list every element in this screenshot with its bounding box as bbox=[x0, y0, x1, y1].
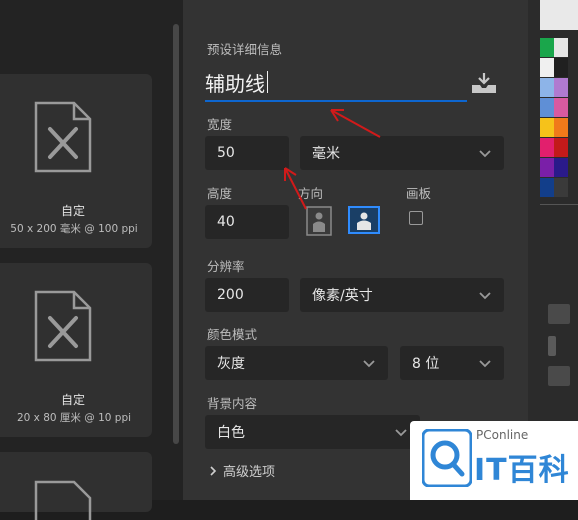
watermark-logo: PConline IT百科 bbox=[410, 421, 578, 500]
resolution-input[interactable]: 200 bbox=[205, 278, 289, 312]
swatch[interactable] bbox=[540, 118, 554, 137]
divider bbox=[540, 204, 578, 205]
preset-card[interactable]: 自定 20 x 80 厘米 @ 10 ppi bbox=[0, 263, 152, 437]
bit-depth-select[interactable]: 8 位 bbox=[400, 346, 504, 380]
bit-depth-value: 8 位 bbox=[412, 356, 440, 372]
swatch[interactable] bbox=[554, 178, 568, 197]
background-select[interactable]: 白色 bbox=[205, 415, 420, 449]
height-label: 高度 bbox=[207, 186, 233, 201]
preset-name: 自定 bbox=[60, 393, 85, 407]
resolution-unit: 像素/英寸 bbox=[312, 288, 373, 304]
watermark-brand: PConline bbox=[476, 428, 529, 442]
portrait-orientation-icon[interactable] bbox=[306, 206, 332, 236]
background-label: 背景内容 bbox=[207, 396, 258, 411]
swatch[interactable] bbox=[554, 138, 568, 157]
artboard-checkbox[interactable] bbox=[409, 211, 423, 225]
swatch[interactable] bbox=[540, 138, 554, 157]
section-title: 预设详细信息 bbox=[207, 42, 283, 57]
swatch[interactable] bbox=[554, 38, 568, 57]
chevron-down-icon bbox=[395, 429, 407, 437]
preset-dims: 50 x 200 毫米 @ 100 ppi bbox=[10, 223, 138, 235]
color-mode-select[interactable]: 灰度 bbox=[205, 346, 388, 380]
document-name-input[interactable]: 辅助线 bbox=[205, 64, 467, 102]
chevron-right-icon bbox=[210, 465, 217, 476]
width-unit-select[interactable]: 毫米 bbox=[300, 136, 504, 170]
search-icon bbox=[422, 429, 472, 487]
width-label: 宽度 bbox=[207, 117, 233, 132]
preset-card[interactable]: 自定 50 x 200 毫米 @ 100 ppi bbox=[0, 74, 152, 248]
landscape-orientation-icon[interactable] bbox=[348, 206, 380, 234]
artboard-label: 画板 bbox=[406, 186, 432, 201]
preset-name: 自定 bbox=[60, 204, 85, 218]
document-icon bbox=[34, 101, 92, 173]
advanced-options-label: 高级选项 bbox=[223, 465, 276, 480]
resolution-value: 200 bbox=[217, 287, 244, 303]
chevron-down-icon bbox=[363, 360, 375, 368]
watermark-name: IT百科 bbox=[474, 453, 570, 488]
preset-card[interactable] bbox=[0, 452, 152, 520]
background-value: 白色 bbox=[217, 425, 245, 441]
swatch[interactable] bbox=[554, 118, 568, 137]
color-mode-label: 颜色模式 bbox=[207, 327, 258, 342]
resolution-unit-select[interactable]: 像素/英寸 bbox=[300, 278, 504, 312]
preset-list: 自定 50 x 200 毫米 @ 100 ppi 自定 20 x 80 厘米 @… bbox=[0, 0, 183, 520]
advanced-options-toggle[interactable]: 高级选项 bbox=[209, 461, 275, 480]
width-unit: 毫米 bbox=[312, 146, 340, 162]
width-input[interactable]: 50 bbox=[205, 136, 289, 170]
preset-dims: 20 x 80 厘米 @ 10 ppi bbox=[16, 412, 132, 424]
document-icon bbox=[34, 290, 92, 362]
scrollbar[interactable] bbox=[173, 24, 179, 444]
resolution-label: 分辨率 bbox=[207, 259, 245, 274]
chevron-down-icon bbox=[479, 292, 491, 300]
panel-header bbox=[540, 0, 578, 30]
document-icon bbox=[34, 480, 92, 520]
height-value: 40 bbox=[217, 214, 235, 230]
orientation-label: 方向 bbox=[298, 186, 324, 201]
swatch[interactable] bbox=[540, 78, 554, 97]
swatch[interactable] bbox=[554, 78, 568, 97]
swatch[interactable] bbox=[540, 58, 554, 77]
text-cursor bbox=[267, 71, 268, 93]
brush-icon[interactable] bbox=[548, 336, 556, 356]
swatch[interactable] bbox=[540, 178, 554, 197]
save-preset-icon[interactable] bbox=[471, 72, 497, 94]
chevron-down-icon bbox=[479, 360, 491, 368]
color-mode-value: 灰度 bbox=[217, 356, 245, 372]
chevron-down-icon bbox=[479, 150, 491, 158]
swatch[interactable] bbox=[554, 58, 568, 77]
swatch[interactable] bbox=[540, 158, 554, 177]
swatch[interactable] bbox=[554, 158, 568, 177]
swatch[interactable] bbox=[554, 98, 568, 117]
swatch[interactable] bbox=[540, 38, 554, 57]
swatch[interactable] bbox=[540, 98, 554, 117]
adjustment-icon[interactable] bbox=[548, 304, 570, 324]
image-icon[interactable] bbox=[548, 366, 570, 386]
document-name-text: 辅助线 bbox=[205, 71, 265, 96]
width-value: 50 bbox=[217, 145, 235, 161]
height-input[interactable]: 40 bbox=[205, 205, 289, 239]
